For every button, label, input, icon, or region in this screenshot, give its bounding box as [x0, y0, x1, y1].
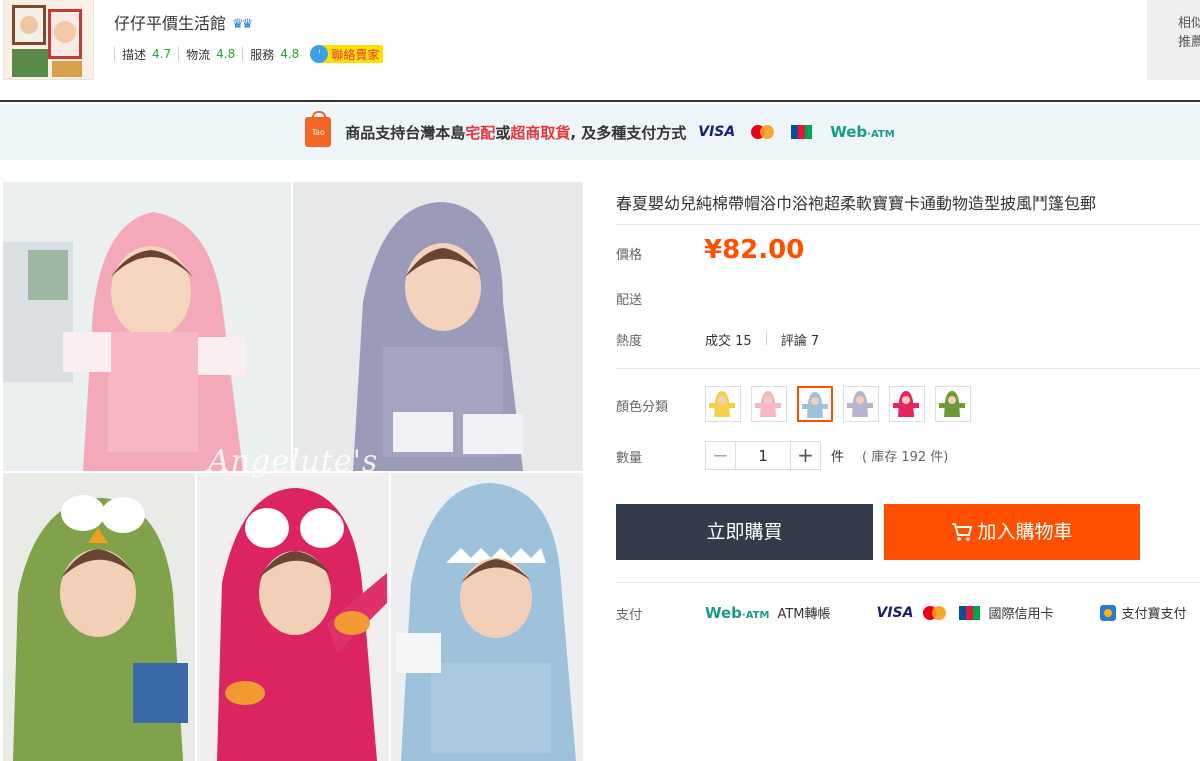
banner-home-delivery: 宅配 [465, 123, 496, 142]
quantity-stepper: − 1 + 件 ( 庫存 192 件) [705, 441, 948, 470]
contact-seller-button[interactable]: ᑊ 聯絡賣家 [310, 45, 384, 63]
quantity-input[interactable]: 1 [736, 441, 790, 470]
rating-label: 描述 [122, 47, 147, 62]
divider [616, 582, 1200, 583]
heat-label: 熱度 [616, 334, 643, 349]
rating-logistics: 物流 4.8 [178, 47, 242, 62]
credit-card-label: 國際信用卡 [988, 607, 1054, 622]
robe-thumbnail-icon [709, 391, 735, 417]
shop-name-text: 仔仔平價生活館 [114, 14, 227, 33]
rating-value: 4.7 [152, 47, 172, 61]
robe-thumbnail-icon [847, 391, 873, 417]
robe-thumbnail-icon [755, 391, 781, 417]
mastercard-logo [751, 125, 775, 139]
taobao-bag-icon: Tao [305, 111, 332, 147]
crown-icon: ♛♛ [232, 17, 253, 32]
robe-thumbnail-icon [802, 392, 828, 418]
color-swatch[interactable] [843, 386, 879, 422]
robe-thumbnail-icon [893, 391, 919, 417]
alipay-icon [1099, 604, 1116, 621]
color-label: 顏色分類 [616, 400, 669, 415]
mastercard-logo [923, 605, 947, 620]
similar-recommend-button[interactable]: 相似 推薦 [1147, 0, 1200, 80]
color-swatch[interactable] [889, 386, 925, 422]
shop-ratings: 描述 4.7 物流 4.8 服務 4.8 ᑊ 聯絡賣家 [114, 45, 384, 63]
quantity-unit: 件 [831, 450, 845, 465]
product-photo-blue[interactable] [391, 473, 583, 761]
shop-header: 仔仔平價生活館 ♛♛ 描述 4.7 物流 4.8 服務 4.8 ᑊ 聯絡賣家 相似… [0, 0, 1200, 102]
color-swatch[interactable] [705, 386, 741, 422]
buy-now-button[interactable]: 立即購買 [616, 504, 873, 560]
product-photo-pink[interactable] [3, 182, 291, 471]
sales-count: 成交 15 [705, 334, 752, 349]
quantity-increase-button[interactable]: + [790, 441, 821, 470]
shop-name[interactable]: 仔仔平價生活館 ♛♛ [114, 10, 253, 34]
rating-value: 4.8 [216, 47, 236, 61]
payment-methods: Web·ATM ATM轉帳 VISA 國際信用卡 支付寶支付 [705, 603, 1187, 623]
stock-count: ( 庫存 192 件) [862, 450, 949, 465]
color-swatch[interactable] [751, 386, 787, 422]
color-swatch[interactable] [797, 386, 833, 422]
color-swatches [705, 386, 971, 422]
add-to-cart-button[interactable]: 加入購物車 [884, 504, 1140, 560]
banner-or: 或 [495, 123, 511, 142]
quantity-label: 數量 [616, 451, 643, 466]
similar-label: 相似 [1178, 16, 1200, 31]
sales-stats: 成交 15 評論 7 [705, 330, 819, 349]
product-photo-green[interactable] [3, 473, 195, 761]
web-atm-logo: Web·ATM [705, 603, 770, 622]
price-label: 價格 [616, 248, 643, 263]
rating-label: 服務 [250, 47, 275, 62]
color-swatch[interactable] [935, 386, 971, 422]
jcb-logo [791, 125, 813, 139]
divider [765, 331, 767, 345]
chat-icon: ᑊ [310, 45, 329, 63]
atm-transfer-label: ATM轉帳 [777, 607, 831, 622]
product-title: 春夏嬰幼兒純棉帶帽浴巾浴袍超柔軟寶寶卡通動物造型披風鬥篷包郵 [616, 190, 1200, 225]
contact-seller-label: 聯絡賣家 [331, 47, 380, 62]
banner-store-pickup: 超商取貨 [510, 123, 571, 142]
jcb-logo [959, 605, 981, 620]
alipay-label: 支付寶支付 [1121, 607, 1187, 622]
buy-now-label: 立即購買 [706, 521, 783, 543]
visa-logo: VISA [698, 124, 736, 140]
banner-payment-text: , 及多種支付方式 [570, 123, 687, 142]
rating-service: 服務 4.8 [242, 47, 306, 62]
divider [616, 368, 1200, 369]
product-photo-gray[interactable] [293, 182, 583, 471]
review-count[interactable]: 評論 7 [781, 330, 819, 349]
shop-logo[interactable] [3, 0, 94, 80]
quantity-decrease-button[interactable]: − [705, 441, 736, 470]
web-atm-logo: Web·ATM [830, 123, 895, 141]
robe-thumbnail-icon [939, 391, 965, 417]
product-photo-magenta[interactable] [197, 473, 389, 761]
product-price: ¥82.00 [704, 235, 805, 265]
product-gallery[interactable]: Angelute's [3, 182, 583, 761]
rating-label: 物流 [186, 47, 211, 62]
add-to-cart-label: 加入購物車 [977, 521, 1073, 543]
rating-value: 4.8 [280, 47, 300, 61]
recommend-label: 推薦 [1178, 35, 1200, 50]
visa-logo: VISA [876, 604, 914, 621]
banner-text: 商品支持台灣本島 [345, 123, 466, 142]
gallery-watermark: Angelute's [208, 444, 379, 479]
payment-label: 支付 [616, 608, 643, 623]
delivery-label: 配送 [616, 293, 643, 308]
cart-icon [952, 523, 973, 541]
rating-description: 描述 4.7 [114, 47, 178, 62]
delivery-banner: Tao 商品支持台灣本島 宅配 或 超商取貨 , 及多種支付方式 VISA We… [0, 104, 1200, 160]
